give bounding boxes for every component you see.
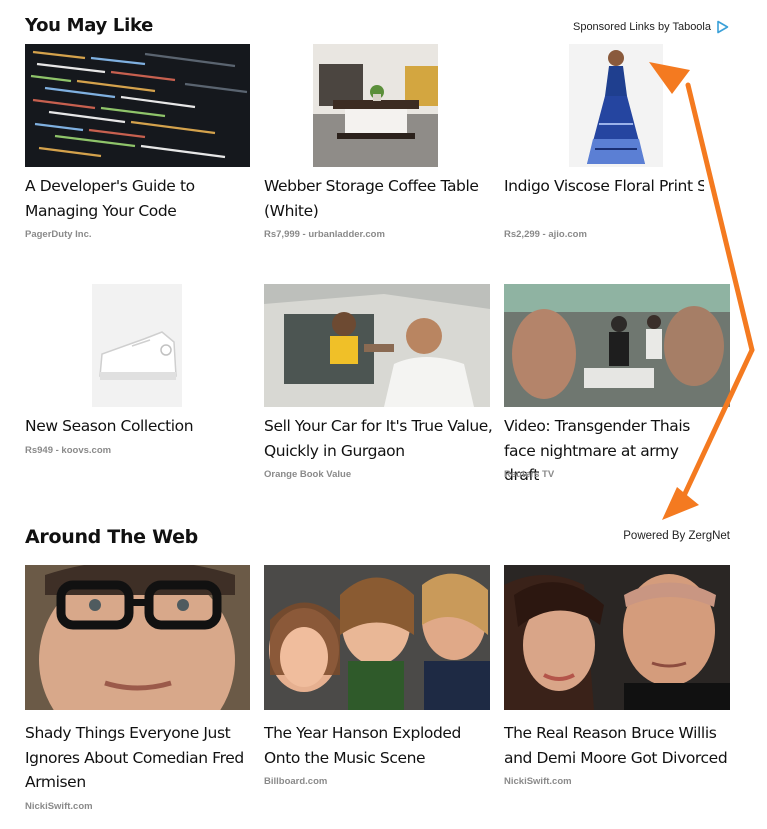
arrow-head-down	[662, 487, 699, 520]
card-source[interactable]: PagerDuty Inc.	[25, 229, 92, 240]
card-title[interactable]: Shady Things Everyone Just Ignores About…	[25, 721, 245, 795]
powered-by-zergnet[interactable]: Powered By ZergNet	[623, 530, 730, 542]
card-image-code-screen[interactable]	[25, 44, 250, 167]
card-image-maxi-dress[interactable]	[569, 44, 663, 167]
you-may-like-heading: You May Like	[25, 15, 154, 36]
card-title[interactable]: Webber Storage Coffee Table (White)	[264, 174, 500, 223]
card-source[interactable]: Rs2,299 - ajio.com	[504, 229, 587, 240]
card-image-coffee-table[interactable]	[313, 44, 438, 167]
card-title[interactable]: New Season Collection	[25, 414, 261, 439]
card-source[interactable]: NickiSwift.com	[504, 776, 572, 787]
card-source[interactable]: NickiSwift.com	[25, 801, 93, 812]
sponsored-links-text[interactable]: Sponsored Links by Taboola	[573, 21, 711, 33]
taboola-play-icon[interactable]	[716, 20, 729, 34]
card-title[interactable]: Indigo Viscose Floral Print Sleeveless M…	[504, 174, 704, 199]
card-image-hanson[interactable]	[264, 565, 490, 710]
card-title[interactable]: A Developer's Guide to Managing Your Cod…	[25, 174, 261, 223]
card-title[interactable]: The Real Reason Bruce Willis and Demi Mo…	[504, 721, 730, 770]
around-the-web-heading: Around The Web	[25, 526, 198, 548]
card-source[interactable]: Rs7,999 - urbanladder.com	[264, 229, 385, 240]
card-title[interactable]: Sell Your Car for It's True Value, Quick…	[264, 414, 500, 463]
card-source[interactable]: Orange Book Value	[264, 469, 351, 480]
card-image-army-draft[interactable]	[504, 284, 730, 407]
card-image-bruce-demi[interactable]	[504, 565, 730, 710]
card-image-car[interactable]	[264, 284, 490, 407]
card-image-fred-armisen[interactable]	[25, 565, 250, 710]
card-source[interactable]: Reuters TV	[504, 469, 554, 480]
card-source[interactable]: Billboard.com	[264, 776, 327, 787]
card-source[interactable]: Rs949 - koovs.com	[25, 445, 111, 456]
sponsored-links-label[interactable]: Sponsored Links by Taboola	[573, 20, 729, 34]
card-title[interactable]: The Year Hanson Exploded Onto the Music …	[264, 721, 490, 770]
card-image-sneaker[interactable]	[92, 284, 182, 407]
